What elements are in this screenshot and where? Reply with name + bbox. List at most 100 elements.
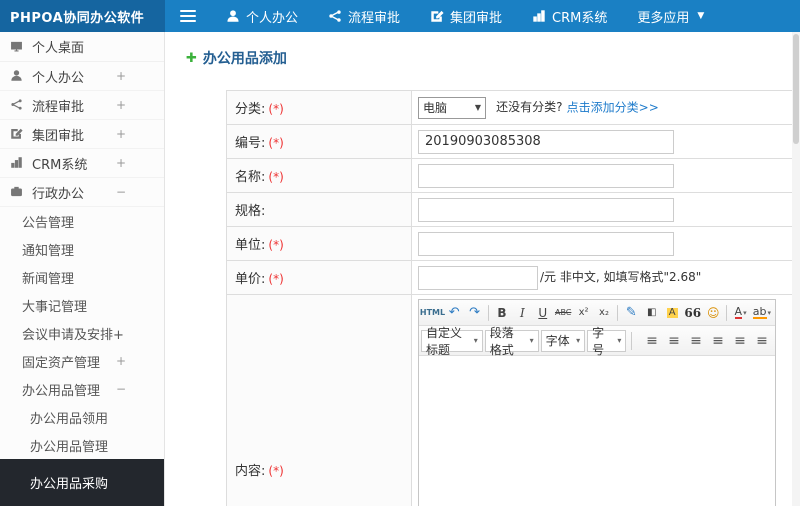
unordered-list-icon[interactable] xyxy=(729,331,751,351)
form-row-unit: 单位: (*) xyxy=(226,226,797,261)
sidebar-item-announcements[interactable]: 公告管理 xyxy=(0,207,164,235)
sidebar-item-meetings[interactable]: 会议申请及安排+ xyxy=(0,319,164,347)
superscript-icon[interactable]: x² xyxy=(574,303,592,323)
sidebar-item-notices[interactable]: 通知管理 xyxy=(0,235,164,263)
add-category-link[interactable]: 点击添加分类>> xyxy=(567,100,659,114)
redo-icon[interactable]: ↷ xyxy=(465,303,483,323)
format-painter-icon[interactable]: ✎ xyxy=(622,303,640,323)
form-row-category: 分类: (*) 电脑 ▼ 还没有分类? 点击添加分类>> xyxy=(226,90,797,125)
sidebar-item-personal-office[interactable]: 个人办公 + xyxy=(0,62,164,91)
caret-down-icon: ▾ xyxy=(576,336,581,345)
price-label: 单价: xyxy=(235,272,266,287)
add-icon: ✚ xyxy=(186,50,197,66)
edit-icon xyxy=(10,127,24,141)
sidebar-item-events[interactable]: 大事记管理 xyxy=(0,291,164,319)
unit-input[interactable] xyxy=(418,231,674,256)
emoji-icon[interactable]: ☺ xyxy=(704,303,722,323)
category-select[interactable]: 电脑 ▼ xyxy=(418,96,486,119)
align-right-icon[interactable] xyxy=(685,331,707,351)
alignment-icons xyxy=(641,331,773,351)
topbar: PHPOA协同办公软件 个人办公 流程审批 集团审批 CRM系统 更多应用 ▼ xyxy=(0,0,800,32)
expand-icon[interactable]: + xyxy=(116,127,164,141)
menu-toggle-button[interactable] xyxy=(165,0,211,32)
sidebar-item-news[interactable]: 新闻管理 xyxy=(0,263,164,291)
workflow-icon xyxy=(329,10,341,22)
subscript-icon[interactable]: x₂ xyxy=(595,303,613,323)
expand-icon[interactable]: + xyxy=(116,69,164,83)
nav-crm-system[interactable]: CRM系统 xyxy=(517,0,622,32)
separator xyxy=(726,304,728,321)
sidebar-item-admin-office[interactable]: 行政办公 − xyxy=(0,178,164,207)
background-color-icon[interactable]: ab xyxy=(752,303,772,323)
toolbar-separator xyxy=(631,331,632,350)
supplies-submenu: 办公用品领用 办公用品管理 办公用品采购 xyxy=(0,403,164,506)
rich-text-editor: HTML↶↷BIUABCx²x₂✎◧A66☺Aab 自定义标题▾ 段落格式▾ 字… xyxy=(418,299,776,506)
scrollbar-thumb[interactable] xyxy=(793,34,799,144)
name-input[interactable] xyxy=(418,163,674,188)
font-size-select[interactable]: 字号 ▾ xyxy=(587,326,627,357)
undo-icon[interactable]: ↶ xyxy=(445,303,463,323)
paragraph-format-select[interactable]: 段落格式 ▾ xyxy=(484,326,539,357)
editor-content-area[interactable] xyxy=(419,356,775,506)
form-row-price: 单价: (*) /元 非中文, 如填写格式"2.68" xyxy=(226,260,797,295)
caret-down-icon: ▾ xyxy=(473,336,478,345)
form-row-code: 编号: (*) xyxy=(226,124,797,159)
font-family-select[interactable]: 字体 ▾ xyxy=(540,329,586,352)
sidebar-item-office-supplies[interactable]: 办公用品管理 − xyxy=(0,375,164,403)
sidebar-item-crm-system[interactable]: CRM系统 + xyxy=(0,149,164,178)
sidebar-item-desktop[interactable]: 个人桌面 xyxy=(0,32,164,62)
nav-more-apps[interactable]: 更多应用 ▼ xyxy=(622,0,719,32)
briefcase-icon xyxy=(10,185,24,199)
highlight-icon[interactable]: A xyxy=(663,303,681,323)
expand-icon: − xyxy=(115,382,126,396)
eraser-icon[interactable]: ◧ xyxy=(643,303,661,323)
align-justify-icon[interactable] xyxy=(707,331,729,351)
unit-label: 单位: xyxy=(235,238,266,253)
caret-down-icon: ▼ xyxy=(697,11,705,21)
price-input[interactable] xyxy=(418,265,538,290)
font-color-icon[interactable]: A xyxy=(731,303,749,323)
sidebar-item-fixed-assets[interactable]: 固定资产管理 + xyxy=(0,347,164,375)
sidebar: 个人桌面 个人办公 + 流程审批 + 集团审批 + CRM系统 + 行政办公 − xyxy=(0,32,165,506)
user-icon xyxy=(227,10,239,22)
top-navigation: 个人办公 流程审批 集团审批 CRM系统 更多应用 ▼ xyxy=(211,0,719,32)
sidebar-item-group-approval[interactable]: 集团审批 + xyxy=(0,120,164,149)
bar-chart-icon xyxy=(10,156,24,170)
html-source-icon[interactable]: HTML xyxy=(420,303,445,323)
blockquote-icon[interactable]: 66 xyxy=(683,303,702,323)
sidebar-item-supply-manage[interactable]: 办公用品管理 xyxy=(0,431,164,459)
custom-heading-select[interactable]: 自定义标题 ▾ xyxy=(421,326,483,357)
sidebar-item-workflow-approval[interactable]: 流程审批 + xyxy=(0,91,164,120)
underline-icon[interactable]: U xyxy=(534,303,552,323)
name-label: 名称: xyxy=(235,170,266,185)
nav-personal-office[interactable]: 个人办公 xyxy=(211,0,313,32)
expand-icon[interactable]: + xyxy=(116,98,164,112)
category-label: 分类: xyxy=(235,102,266,117)
code-input[interactable] xyxy=(418,129,674,154)
app-logo: PHPOA协同办公软件 xyxy=(0,0,165,32)
separator xyxy=(617,304,619,321)
ordered-list-icon[interactable] xyxy=(751,331,773,351)
italic-icon[interactable]: I xyxy=(513,303,531,323)
nav-workflow-approval[interactable]: 流程审批 xyxy=(313,0,415,32)
select-arrow-icon: ▼ xyxy=(474,103,481,112)
vertical-scrollbar[interactable] xyxy=(792,32,800,506)
nav-group-approval[interactable]: 集团审批 xyxy=(415,0,517,32)
spec-input[interactable] xyxy=(418,197,674,222)
bold-icon[interactable]: B xyxy=(493,303,511,323)
sidebar-item-supply-purchase[interactable]: 办公用品采购 xyxy=(0,459,164,506)
form-row-name: 名称: (*) xyxy=(226,158,797,193)
align-left-icon[interactable] xyxy=(641,331,663,351)
hamburger-icon xyxy=(180,7,196,25)
collapse-icon[interactable]: − xyxy=(116,185,164,199)
edit-icon xyxy=(431,10,444,22)
align-center-icon[interactable] xyxy=(663,331,685,351)
separator xyxy=(487,304,489,321)
expand-icon[interactable]: + xyxy=(116,156,164,170)
sidebar-item-supply-claim[interactable]: 办公用品领用 xyxy=(0,403,164,431)
strikethrough-icon[interactable]: ABC xyxy=(554,303,572,323)
main-content: ✚ 办公用品添加 分类: (*) 电脑 ▼ 还没有分类? 点击添加分类>> 编号:… xyxy=(166,32,800,506)
supply-add-form: 分类:(*) 电脑 ▼ 还没有分类? 点击添加分类>> 编号:(*) 名称:(*… xyxy=(226,90,797,506)
workflow-icon xyxy=(10,98,24,112)
caret-down-icon: ▾ xyxy=(617,336,622,345)
